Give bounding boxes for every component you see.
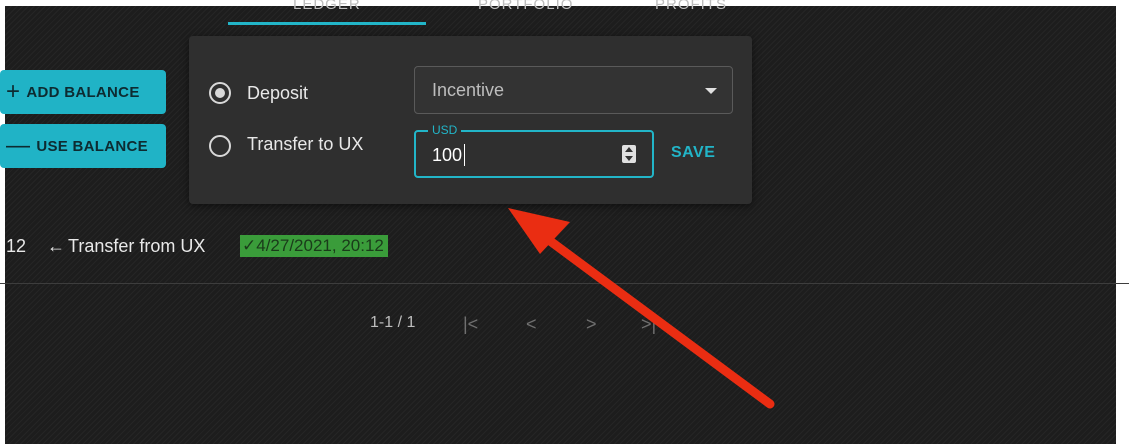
right-edge: [1116, 0, 1129, 444]
tab-ledger[interactable]: Ledger: [293, 0, 361, 13]
usd-amount-input[interactable]: USD 100: [414, 123, 654, 178]
deposit-radio[interactable]: [209, 82, 231, 104]
add-balance-label: ADD BALANCE: [26, 83, 140, 101]
transfer-to-ux-radio[interactable]: [209, 135, 231, 157]
type-select-value: Incentive: [432, 80, 505, 100]
plus-icon: +: [6, 78, 21, 105]
transfer-to-ux-label[interactable]: Transfer to UX: [247, 134, 363, 155]
number-spinner-icon[interactable]: [622, 145, 636, 163]
pagination-range: 1-1 / 1: [370, 314, 416, 331]
deposit-label[interactable]: Deposit: [247, 83, 308, 104]
row-timestamp: 4/27/2021, 20:12: [256, 236, 384, 255]
use-balance-label: USE BALANCE: [36, 137, 148, 155]
usd-field-label: USD: [428, 123, 462, 137]
divider: [0, 283, 1129, 284]
type-select[interactable]: Incentive: [414, 66, 733, 114]
status-badge: ✓ 4/27/2021, 20:12: [240, 235, 388, 257]
balance-form-panel: Deposit Transfer to UX Incentive USD 100…: [189, 36, 752, 204]
use-balance-button[interactable]: — USE BALANCE: [0, 124, 166, 168]
add-balance-button[interactable]: + ADD BALANCE: [0, 70, 166, 114]
tab-profits[interactable]: Profits: [655, 0, 727, 13]
next-page-icon[interactable]: >: [586, 314, 597, 335]
check-icon: ✓: [242, 236, 257, 255]
left-edge: [0, 0, 5, 444]
text-cursor: [464, 144, 465, 166]
tab-portfolio[interactable]: Portfolio: [478, 0, 573, 13]
save-button[interactable]: SAVE: [671, 144, 715, 162]
minus-icon: —: [6, 132, 31, 159]
radio-selected-dot: [215, 88, 225, 98]
prev-page-icon[interactable]: <: [526, 314, 537, 335]
dropdown-caret-icon: [705, 88, 717, 94]
usd-amount-value: 100: [432, 145, 463, 165]
last-page-icon[interactable]: >|: [641, 314, 656, 335]
row-description: Transfer from UX: [68, 236, 206, 256]
row-leading-text: 12: [6, 236, 27, 256]
left-arrow-icon: ←: [47, 236, 65, 256]
tab-ledger-indicator: [228, 22, 426, 25]
first-page-icon[interactable]: |<: [463, 314, 478, 335]
